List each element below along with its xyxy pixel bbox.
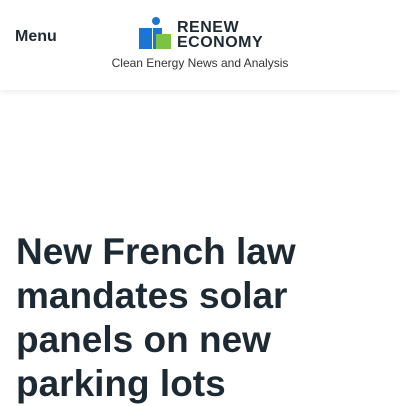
logo-line-2: ECONOMY <box>177 34 264 51</box>
logo-wordmark: RENEW ECONOMY <box>177 19 264 51</box>
site-header: Menu RENEW ECONOMY Clean Energy News and… <box>0 0 400 90</box>
article-title: New French law mandates solar panels on … <box>16 231 296 404</box>
site-logo[interactable]: RENEW ECONOMY <box>139 16 263 52</box>
logo-mark-icon <box>139 17 171 49</box>
site-tagline: Clean Energy News and Analysis <box>111 56 289 70</box>
menu-button[interactable]: Menu <box>15 28 57 46</box>
logo-line-1: RENEW <box>177 19 240 36</box>
